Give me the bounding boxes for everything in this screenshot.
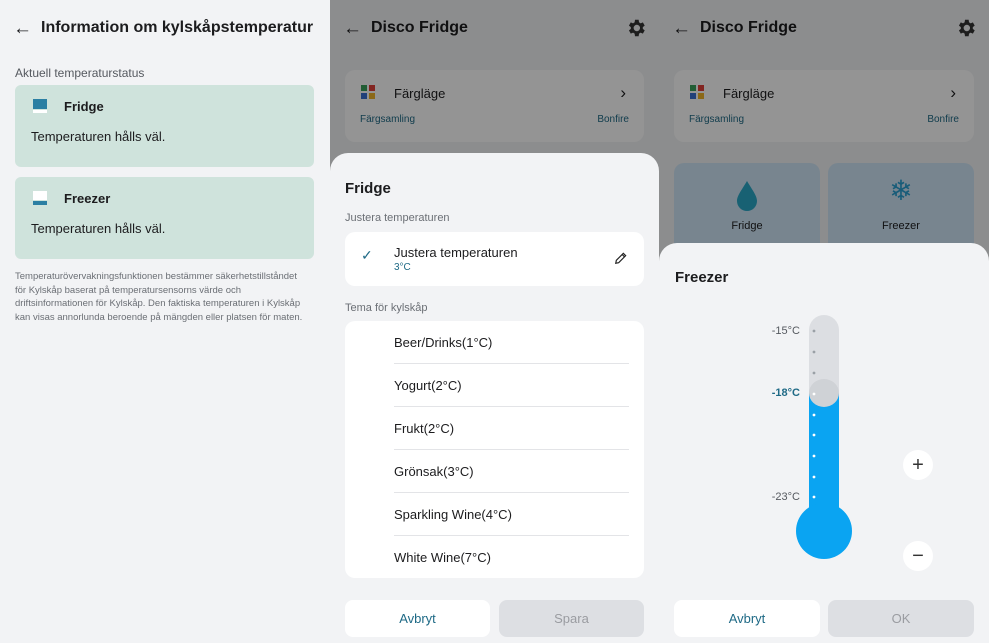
- theme-item[interactable]: Grönsak(3°C): [394, 450, 629, 493]
- fridge-status-card: Fridge Temperaturen hålls väl.: [15, 85, 314, 167]
- fridge-bottom-sheet: Fridge Justera temperaturen ✓ Justera te…: [330, 153, 659, 643]
- info-note: Temperaturövervakningsfunktionen bestämm…: [15, 271, 303, 323]
- header: ← Information om kylskåpstemperatur: [0, 0, 330, 56]
- thermometer[interactable]: [789, 311, 859, 571]
- plus-icon: +: [912, 453, 924, 476]
- adjust-item-value: 3°C: [394, 262, 411, 273]
- card-status: Temperaturen hålls väl.: [31, 221, 166, 236]
- sheet-title: Freezer: [675, 269, 729, 286]
- section-label: Aktuell temperaturstatus: [15, 66, 145, 80]
- save-button[interactable]: Spara: [499, 600, 644, 637]
- increase-temperature-button[interactable]: +: [903, 450, 933, 480]
- freezer-icon: [33, 191, 47, 205]
- cancel-button[interactable]: Avbryt: [674, 600, 820, 637]
- temperature-info-screen: ← Information om kylskåpstemperatur Aktu…: [0, 0, 330, 643]
- freezer-temperature-screen: ← Disco Fridge Färgläge › Färgsamling Bo…: [659, 0, 989, 643]
- page-title: Information om kylskåpstemperatur: [41, 19, 314, 36]
- card-title: Fridge: [64, 99, 104, 114]
- theme-item[interactable]: Frukt(2°C): [394, 407, 629, 450]
- theme-section-label: Tema för kylskåp: [345, 302, 428, 314]
- fridge-icon: [33, 99, 47, 113]
- adjust-item-title: Justera temperaturen: [394, 245, 518, 260]
- theme-item[interactable]: Sparkling Wine(4°C): [394, 493, 629, 536]
- thermometer-bulb: [796, 503, 852, 559]
- adjust-temperature-item[interactable]: ✓ Justera temperaturen 3°C: [345, 232, 644, 286]
- card-title: Freezer: [64, 191, 111, 206]
- fridge-theme-screen: ← Disco Fridge Färgläge › Färgsamling Bo…: [330, 0, 659, 643]
- back-arrow-icon[interactable]: ←: [13, 19, 33, 38]
- theme-item[interactable]: Yogurt(2°C): [394, 364, 629, 407]
- theme-list: Beer/Drinks(1°C) Yogurt(2°C) Frukt(2°C) …: [345, 321, 644, 578]
- pencil-icon[interactable]: [614, 251, 628, 265]
- minus-icon: −: [912, 544, 924, 567]
- theme-item[interactable]: White Wine(7°C): [394, 536, 629, 578]
- freezer-status-card: Freezer Temperaturen hålls väl.: [15, 177, 314, 259]
- adjust-section-label: Justera temperaturen: [345, 212, 450, 224]
- sheet-title: Fridge: [345, 180, 391, 197]
- ok-button[interactable]: OK: [828, 600, 974, 637]
- check-icon: ✓: [361, 247, 373, 263]
- card-status: Temperaturen hålls väl.: [31, 129, 166, 144]
- theme-item[interactable]: Beer/Drinks(1°C): [394, 321, 629, 364]
- decrease-temperature-button[interactable]: −: [903, 541, 933, 571]
- cancel-button[interactable]: Avbryt: [345, 600, 490, 637]
- freezer-bottom-sheet: Freezer -15°C -18°C -23°C + − Avbryt OK: [659, 243, 989, 643]
